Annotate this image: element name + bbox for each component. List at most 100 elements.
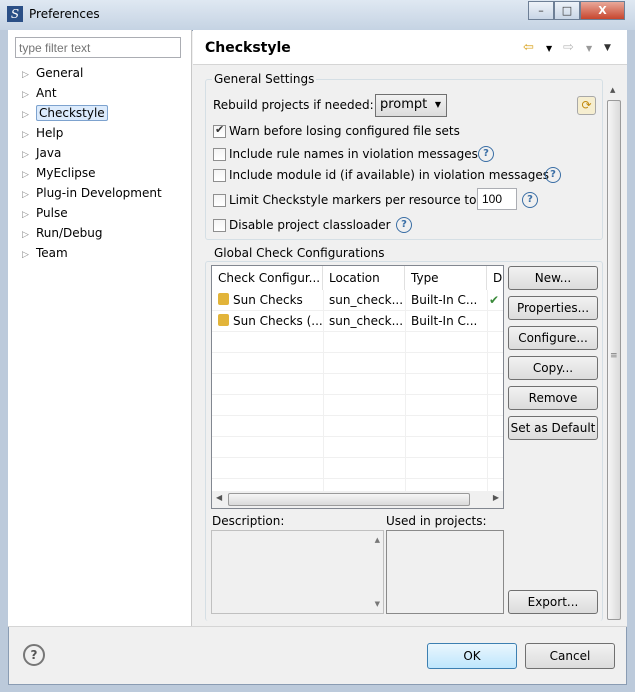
forward-icon[interactable]: ⇨ (563, 40, 574, 55)
help-icon[interactable]: ? (23, 644, 45, 666)
configure-button[interactable]: Configure... (508, 326, 598, 350)
tree-item-label: General (36, 66, 84, 80)
used-in-projects-label: Used in projects: (386, 514, 487, 528)
close-button[interactable]: X (580, 1, 625, 20)
tree-item-label: Ant (36, 86, 57, 100)
expand-arrow-icon[interactable]: ▷ (22, 145, 36, 165)
option-label: Include module id (if available) in viol… (229, 168, 549, 182)
table-row (212, 416, 503, 437)
option-checkbox[interactable] (213, 123, 226, 138)
properties-button[interactable]: Properties... (508, 296, 598, 320)
tree-item-label: Java (36, 146, 62, 160)
option-checkbox[interactable] (213, 169, 226, 182)
option-label: Warn before losing configured file sets (229, 124, 460, 138)
tree-item-label: Pulse (36, 206, 68, 220)
forward-dropdown-icon[interactable]: ▼ (586, 44, 592, 53)
tree-item-myeclipse[interactable]: ▷ MyEclipse (22, 163, 96, 183)
page-title: Checkstyle (205, 40, 291, 56)
export-button[interactable]: Export... (508, 590, 598, 614)
rebuild-select[interactable]: prompt ▼ (375, 94, 447, 117)
column-header-default[interactable]: D (487, 266, 503, 290)
column-header-name[interactable]: Check Configur... (212, 266, 323, 290)
global-config-title: Global Check Configurations (212, 246, 387, 260)
expand-arrow-icon[interactable]: ▷ (22, 105, 36, 125)
maximize-button[interactable]: □ (554, 1, 580, 20)
tree-item-ant[interactable]: ▷ Ant (22, 83, 57, 103)
table-row (212, 458, 503, 479)
minimize-button[interactable]: – (528, 1, 554, 20)
filter-input[interactable] (15, 37, 181, 58)
column-header-type[interactable]: Type (405, 266, 487, 290)
page-vertical-scrollbar[interactable]: ▲ ≡ (606, 84, 622, 624)
config-name-cell: Sun Checks (... (212, 311, 323, 332)
location-cell: sun_check... (329, 314, 404, 328)
option-checkbox[interactable] (213, 219, 226, 232)
help-icon[interactable]: ? (522, 192, 538, 208)
table-horizontal-scrollbar[interactable]: ◀ ▶ (212, 491, 503, 508)
used-in-projects-list[interactable] (386, 530, 504, 614)
table-row (212, 395, 503, 416)
tree-item-team[interactable]: ▷ Team (22, 243, 68, 263)
expand-arrow-icon[interactable]: ▷ (22, 125, 36, 145)
tree-item-label: Team (36, 246, 68, 260)
type-cell: Built-In C... (411, 314, 478, 328)
help-icon[interactable]: ? (396, 217, 412, 233)
back-dropdown-icon[interactable]: ▼ (546, 44, 552, 53)
tree-item-label: Plug-in Development (36, 186, 162, 200)
general-settings-title: General Settings (212, 72, 317, 86)
expand-arrow-icon[interactable]: ▷ (22, 205, 36, 225)
app-icon: S (7, 6, 23, 22)
marker-limit-input[interactable] (477, 188, 517, 210)
view-menu-icon[interactable]: ▼ (604, 43, 611, 53)
tree-item-run-debug[interactable]: ▷ Run/Debug (22, 223, 103, 243)
new-button[interactable]: New... (508, 266, 598, 290)
option-checkbox[interactable] (213, 194, 226, 207)
table-row (212, 332, 503, 353)
footer-divider (8, 626, 627, 627)
location-cell: sun_check... (329, 293, 404, 307)
expand-arrow-icon[interactable]: ▷ (22, 245, 36, 265)
tree-item-java[interactable]: ▷ Java (22, 143, 61, 163)
refresh-icon[interactable]: ⟳ (577, 96, 596, 115)
tree-item-help[interactable]: ▷ Help (22, 123, 63, 143)
table-row[interactable]: Sun Checks (... sun_check... Built-In C... (212, 311, 503, 332)
expand-arrow-icon[interactable]: ▷ (22, 225, 36, 245)
remove-button[interactable]: Remove (508, 386, 598, 410)
table-row (212, 437, 503, 458)
option-label: Limit Checkstyle markers per resource to (229, 193, 477, 207)
tree-item-label: Help (36, 126, 64, 140)
help-icon[interactable]: ? (478, 146, 494, 162)
expand-arrow-icon[interactable]: ▷ (22, 65, 36, 85)
default-check-icon (487, 311, 503, 332)
tree-item-general[interactable]: ▷ General (22, 63, 83, 83)
lock-icon (218, 314, 229, 326)
ok-button[interactable]: OK (427, 643, 517, 669)
chevron-down-icon: ▼ (434, 100, 441, 109)
expand-arrow-icon[interactable]: ▷ (22, 85, 36, 105)
config-name-cell: Sun Checks (212, 290, 323, 311)
option-checkbox[interactable] (213, 148, 226, 161)
tree-item-checkstyle[interactable]: ▷ Checkstyle (22, 103, 108, 123)
copy-button[interactable]: Copy... (508, 356, 598, 380)
description-label: Description: (212, 514, 285, 528)
description-box[interactable]: ▲ ▼ (211, 530, 384, 614)
type-cell: Built-In C... (411, 293, 478, 307)
window-title: Preferences (29, 7, 100, 21)
tree-item-pulse[interactable]: ▷ Pulse (22, 203, 68, 223)
expand-arrow-icon[interactable]: ▷ (22, 185, 36, 205)
set-as-default-button[interactable]: Set as Default (508, 416, 598, 440)
rebuild-select-value: prompt (380, 97, 428, 112)
default-check-icon: ✔ (489, 293, 500, 307)
help-icon[interactable]: ? (545, 167, 561, 183)
column-header-location[interactable]: Location (323, 266, 405, 290)
tree-item-plug-in-development[interactable]: ▷ Plug-in Development (22, 183, 162, 203)
cancel-button[interactable]: Cancel (525, 643, 615, 669)
option-label: Disable project classloader (229, 218, 391, 232)
config-table[interactable]: Check Configur... Location Type D Sun Ch… (211, 265, 504, 509)
table-row[interactable]: Sun Checks sun_check... Built-In C... ✔ (212, 290, 503, 311)
table-row (212, 353, 503, 374)
back-icon[interactable]: ⇦ (523, 40, 534, 55)
expand-arrow-icon[interactable]: ▷ (22, 165, 36, 185)
tree-item-label: Checkstyle (36, 105, 108, 121)
tree-item-label: MyEclipse (36, 166, 96, 180)
